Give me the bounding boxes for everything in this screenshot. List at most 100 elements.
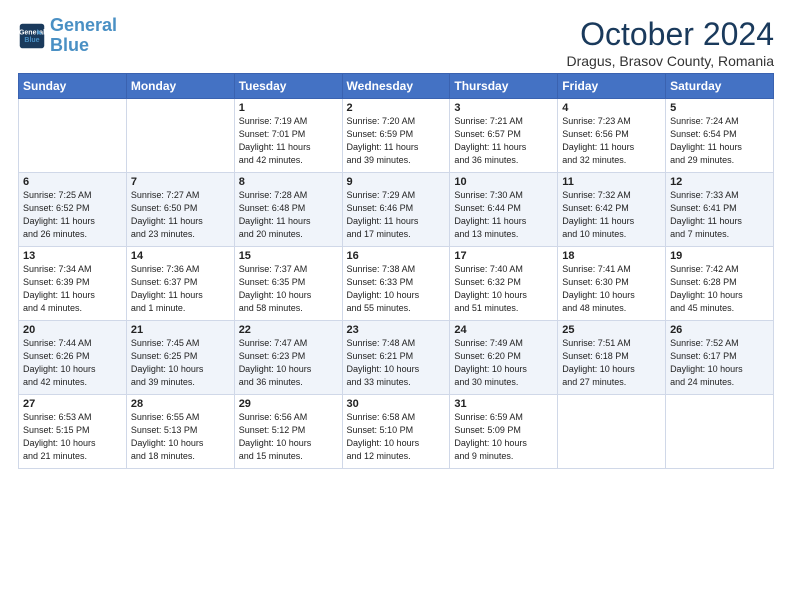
day-number: 12 xyxy=(670,176,769,188)
calendar-cell xyxy=(558,395,666,469)
day-number: 14 xyxy=(131,250,230,262)
day-number: 24 xyxy=(454,324,553,336)
svg-text:General: General xyxy=(19,29,45,36)
day-number: 17 xyxy=(454,250,553,262)
logo-text: General Blue xyxy=(50,16,117,56)
day-number: 20 xyxy=(23,324,122,336)
cell-info: Sunrise: 7:42 AM Sunset: 6:28 PM Dayligh… xyxy=(670,263,769,315)
calendar-cell: 29Sunrise: 6:56 AM Sunset: 5:12 PM Dayli… xyxy=(234,395,342,469)
cell-info: Sunrise: 6:59 AM Sunset: 5:09 PM Dayligh… xyxy=(454,411,553,463)
cell-info: Sunrise: 6:56 AM Sunset: 5:12 PM Dayligh… xyxy=(239,411,338,463)
calendar-cell: 14Sunrise: 7:36 AM Sunset: 6:37 PM Dayli… xyxy=(126,247,234,321)
calendar-cell: 8Sunrise: 7:28 AM Sunset: 6:48 PM Daylig… xyxy=(234,173,342,247)
cell-info: Sunrise: 7:45 AM Sunset: 6:25 PM Dayligh… xyxy=(131,337,230,389)
cell-info: Sunrise: 7:41 AM Sunset: 6:30 PM Dayligh… xyxy=(562,263,661,315)
cell-info: Sunrise: 7:34 AM Sunset: 6:39 PM Dayligh… xyxy=(23,263,122,315)
day-number: 18 xyxy=(562,250,661,262)
day-number: 5 xyxy=(670,102,769,114)
calendar-cell: 15Sunrise: 7:37 AM Sunset: 6:35 PM Dayli… xyxy=(234,247,342,321)
calendar-cell: 16Sunrise: 7:38 AM Sunset: 6:33 PM Dayli… xyxy=(342,247,450,321)
calendar-cell: 2Sunrise: 7:20 AM Sunset: 6:59 PM Daylig… xyxy=(342,99,450,173)
cell-info: Sunrise: 6:58 AM Sunset: 5:10 PM Dayligh… xyxy=(347,411,446,463)
cell-info: Sunrise: 7:28 AM Sunset: 6:48 PM Dayligh… xyxy=(239,189,338,241)
logo-icon: General Blue xyxy=(18,22,46,50)
calendar-cell: 18Sunrise: 7:41 AM Sunset: 6:30 PM Dayli… xyxy=(558,247,666,321)
calendar-table: SundayMondayTuesdayWednesdayThursdayFrid… xyxy=(18,73,774,469)
day-number: 21 xyxy=(131,324,230,336)
weekday-header-sunday: Sunday xyxy=(19,74,127,99)
calendar-cell: 6Sunrise: 7:25 AM Sunset: 6:52 PM Daylig… xyxy=(19,173,127,247)
title-block: October 2024 Dragus, Brasov County, Roma… xyxy=(567,16,775,69)
weekday-header-saturday: Saturday xyxy=(666,74,774,99)
day-number: 11 xyxy=(562,176,661,188)
day-number: 8 xyxy=(239,176,338,188)
cell-info: Sunrise: 7:19 AM Sunset: 7:01 PM Dayligh… xyxy=(239,115,338,167)
day-number: 25 xyxy=(562,324,661,336)
cell-info: Sunrise: 7:32 AM Sunset: 6:42 PM Dayligh… xyxy=(562,189,661,241)
calendar-cell: 11Sunrise: 7:32 AM Sunset: 6:42 PM Dayli… xyxy=(558,173,666,247)
cell-info: Sunrise: 7:29 AM Sunset: 6:46 PM Dayligh… xyxy=(347,189,446,241)
cell-info: Sunrise: 6:53 AM Sunset: 5:15 PM Dayligh… xyxy=(23,411,122,463)
cell-info: Sunrise: 7:44 AM Sunset: 6:26 PM Dayligh… xyxy=(23,337,122,389)
calendar-cell: 9Sunrise: 7:29 AM Sunset: 6:46 PM Daylig… xyxy=(342,173,450,247)
cell-info: Sunrise: 7:37 AM Sunset: 6:35 PM Dayligh… xyxy=(239,263,338,315)
main-title: October 2024 xyxy=(567,16,775,53)
cell-info: Sunrise: 7:25 AM Sunset: 6:52 PM Dayligh… xyxy=(23,189,122,241)
day-number: 31 xyxy=(454,398,553,410)
calendar-cell xyxy=(19,99,127,173)
day-number: 13 xyxy=(23,250,122,262)
logo: General Blue General Blue xyxy=(18,16,117,56)
cell-info: Sunrise: 7:38 AM Sunset: 6:33 PM Dayligh… xyxy=(347,263,446,315)
calendar-cell: 27Sunrise: 6:53 AM Sunset: 5:15 PM Dayli… xyxy=(19,395,127,469)
day-number: 29 xyxy=(239,398,338,410)
weekday-header-row: SundayMondayTuesdayWednesdayThursdayFrid… xyxy=(19,74,774,99)
day-number: 23 xyxy=(347,324,446,336)
calendar-week-2: 6Sunrise: 7:25 AM Sunset: 6:52 PM Daylig… xyxy=(19,173,774,247)
day-number: 16 xyxy=(347,250,446,262)
day-number: 15 xyxy=(239,250,338,262)
day-number: 4 xyxy=(562,102,661,114)
day-number: 9 xyxy=(347,176,446,188)
day-number: 7 xyxy=(131,176,230,188)
day-number: 3 xyxy=(454,102,553,114)
calendar-week-4: 20Sunrise: 7:44 AM Sunset: 6:26 PM Dayli… xyxy=(19,321,774,395)
svg-text:Blue: Blue xyxy=(24,37,39,44)
weekday-header-monday: Monday xyxy=(126,74,234,99)
cell-info: Sunrise: 7:23 AM Sunset: 6:56 PM Dayligh… xyxy=(562,115,661,167)
calendar-cell: 19Sunrise: 7:42 AM Sunset: 6:28 PM Dayli… xyxy=(666,247,774,321)
calendar-cell: 22Sunrise: 7:47 AM Sunset: 6:23 PM Dayli… xyxy=(234,321,342,395)
header: General Blue General Blue October 2024 D… xyxy=(18,16,774,69)
calendar-cell: 20Sunrise: 7:44 AM Sunset: 6:26 PM Dayli… xyxy=(19,321,127,395)
calendar-cell: 23Sunrise: 7:48 AM Sunset: 6:21 PM Dayli… xyxy=(342,321,450,395)
calendar-cell xyxy=(666,395,774,469)
calendar-cell xyxy=(126,99,234,173)
calendar-cell: 1Sunrise: 7:19 AM Sunset: 7:01 PM Daylig… xyxy=(234,99,342,173)
calendar-cell: 25Sunrise: 7:51 AM Sunset: 6:18 PM Dayli… xyxy=(558,321,666,395)
calendar-week-1: 1Sunrise: 7:19 AM Sunset: 7:01 PM Daylig… xyxy=(19,99,774,173)
cell-info: Sunrise: 7:21 AM Sunset: 6:57 PM Dayligh… xyxy=(454,115,553,167)
cell-info: Sunrise: 7:30 AM Sunset: 6:44 PM Dayligh… xyxy=(454,189,553,241)
weekday-header-wednesday: Wednesday xyxy=(342,74,450,99)
day-number: 28 xyxy=(131,398,230,410)
cell-info: Sunrise: 7:27 AM Sunset: 6:50 PM Dayligh… xyxy=(131,189,230,241)
weekday-header-tuesday: Tuesday xyxy=(234,74,342,99)
day-number: 6 xyxy=(23,176,122,188)
calendar-cell: 5Sunrise: 7:24 AM Sunset: 6:54 PM Daylig… xyxy=(666,99,774,173)
day-number: 1 xyxy=(239,102,338,114)
weekday-header-thursday: Thursday xyxy=(450,74,558,99)
cell-info: Sunrise: 6:55 AM Sunset: 5:13 PM Dayligh… xyxy=(131,411,230,463)
calendar-cell: 13Sunrise: 7:34 AM Sunset: 6:39 PM Dayli… xyxy=(19,247,127,321)
weekday-header-friday: Friday xyxy=(558,74,666,99)
cell-info: Sunrise: 7:20 AM Sunset: 6:59 PM Dayligh… xyxy=(347,115,446,167)
cell-info: Sunrise: 7:52 AM Sunset: 6:17 PM Dayligh… xyxy=(670,337,769,389)
calendar-cell: 4Sunrise: 7:23 AM Sunset: 6:56 PM Daylig… xyxy=(558,99,666,173)
cell-info: Sunrise: 7:49 AM Sunset: 6:20 PM Dayligh… xyxy=(454,337,553,389)
calendar-cell: 3Sunrise: 7:21 AM Sunset: 6:57 PM Daylig… xyxy=(450,99,558,173)
page: General Blue General Blue October 2024 D… xyxy=(0,0,792,479)
calendar-cell: 21Sunrise: 7:45 AM Sunset: 6:25 PM Dayli… xyxy=(126,321,234,395)
calendar-cell: 7Sunrise: 7:27 AM Sunset: 6:50 PM Daylig… xyxy=(126,173,234,247)
day-number: 19 xyxy=(670,250,769,262)
day-number: 22 xyxy=(239,324,338,336)
calendar-cell: 10Sunrise: 7:30 AM Sunset: 6:44 PM Dayli… xyxy=(450,173,558,247)
cell-info: Sunrise: 7:51 AM Sunset: 6:18 PM Dayligh… xyxy=(562,337,661,389)
